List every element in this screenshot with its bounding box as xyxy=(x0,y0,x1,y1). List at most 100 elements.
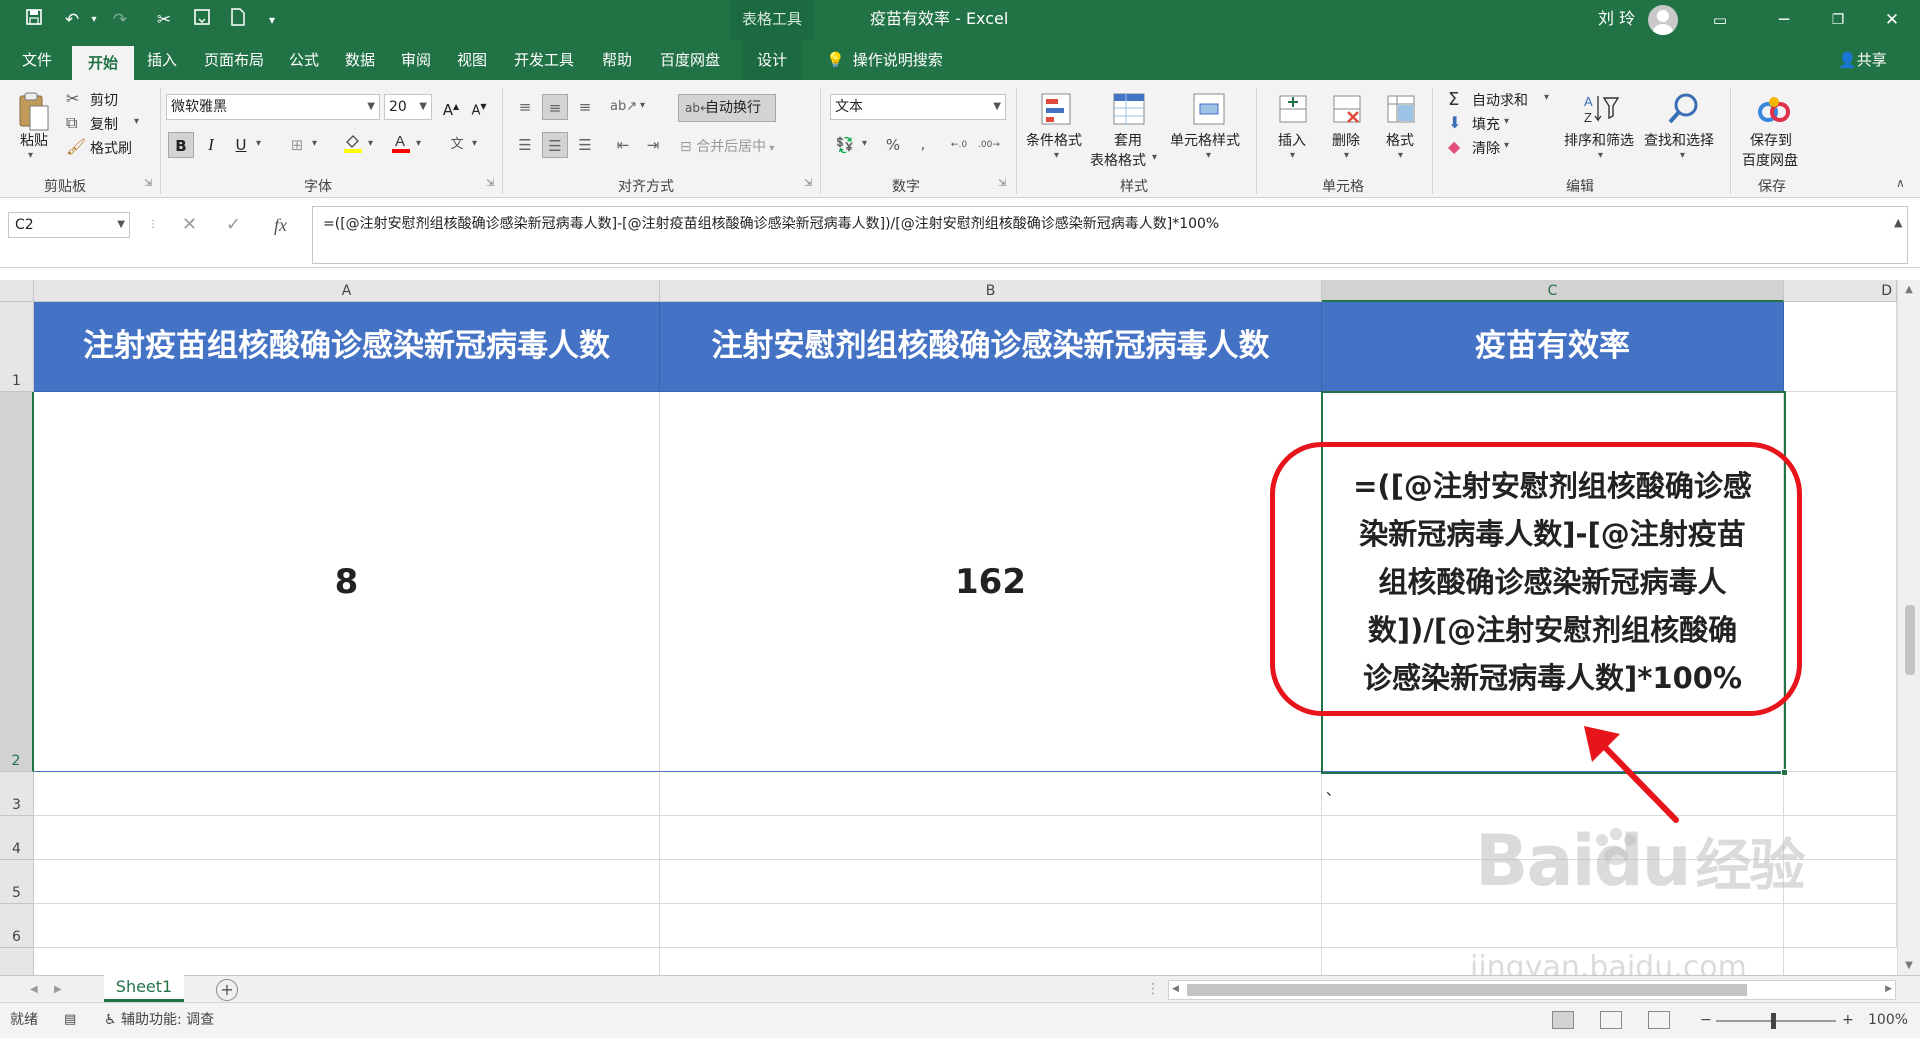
conditional-formatting-label[interactable]: 条件格式 xyxy=(1026,130,1082,150)
row-header-3[interactable]: 3 xyxy=(0,772,34,816)
underline-dropdown-icon[interactable]: ▾ xyxy=(256,138,261,149)
format-painter-button[interactable]: 格式刷 xyxy=(90,138,132,158)
eraser-icon[interactable]: ◆ xyxy=(1448,137,1460,156)
cell-styles-dropdown-icon[interactable]: ▾ xyxy=(1206,150,1211,161)
tab-data[interactable]: 数据 xyxy=(336,40,384,80)
scroll-right-icon[interactable]: ▶ xyxy=(1885,984,1892,994)
cell-c1[interactable]: 疫苗有效率 xyxy=(1322,302,1784,392)
sort-filter-icon[interactable]: AZ xyxy=(1582,90,1622,130)
paste-icon[interactable] xyxy=(14,90,54,131)
cell-a3[interactable] xyxy=(34,772,660,816)
row-header-7[interactable] xyxy=(0,948,34,975)
fill-dropdown-icon[interactable]: ▾ xyxy=(1504,116,1509,127)
cell-a7[interactable] xyxy=(34,948,660,975)
accounting-format-icon[interactable]: 💱 xyxy=(832,132,858,158)
new-document-icon[interactable] xyxy=(224,8,252,32)
restore-icon[interactable]: ❐ xyxy=(1810,0,1866,40)
next-sheet-icon[interactable]: ▶ xyxy=(54,976,62,1003)
delete-dropdown-icon[interactable]: ▾ xyxy=(1344,150,1349,161)
increase-decimal-icon[interactable]: ←.0 xyxy=(946,132,972,158)
format-cells-icon[interactable] xyxy=(1382,90,1422,130)
cell-b7[interactable] xyxy=(660,948,1322,975)
format-dropdown-icon[interactable]: ▾ xyxy=(1398,150,1403,161)
tab-developer[interactable]: 开发工具 xyxy=(504,40,584,80)
user-avatar[interactable] xyxy=(1648,5,1678,35)
row-header-2[interactable]: 2 xyxy=(0,392,34,772)
font-size-select[interactable]: 20 ▼ xyxy=(384,94,432,120)
alignment-launcher-icon[interactable]: ⇲ xyxy=(804,178,812,189)
format-painter-icon[interactable]: 🖌 xyxy=(66,137,86,156)
borders-dropdown-icon[interactable]: ▾ xyxy=(312,138,317,149)
align-center-icon[interactable]: ☰ xyxy=(542,132,568,158)
comma-style-icon[interactable]: , xyxy=(910,132,936,158)
cell-d3[interactable] xyxy=(1784,772,1897,816)
column-header-c[interactable]: C xyxy=(1322,280,1784,302)
align-bottom-icon[interactable]: ≡ xyxy=(572,94,598,120)
save-icon[interactable] xyxy=(20,8,48,32)
insert-cells-label[interactable]: 插入 xyxy=(1278,130,1306,150)
increase-font-size-icon[interactable]: A▲ xyxy=(438,94,464,120)
tab-formulas[interactable]: 公式 xyxy=(280,40,328,80)
cell-d1[interactable] xyxy=(1784,302,1897,392)
delete-cells-icon[interactable] xyxy=(1328,90,1368,130)
fill-color-icon[interactable] xyxy=(340,132,366,158)
align-middle-icon[interactable]: ≡ xyxy=(542,94,568,120)
row-header-5[interactable]: 5 xyxy=(0,860,34,904)
undo-dropdown-icon[interactable]: ▾ xyxy=(80,8,108,32)
cut-icon[interactable]: ✂ xyxy=(66,89,79,108)
save-to-label-1[interactable]: 保存到 xyxy=(1750,130,1792,150)
save-as-icon[interactable] xyxy=(188,8,216,32)
prev-sheet-icon[interactable]: ◀ xyxy=(30,976,38,1003)
user-name[interactable]: 刘 玲 xyxy=(1598,0,1635,40)
cut-icon[interactable]: ✂ xyxy=(150,8,178,32)
horizontal-scroll-thumb[interactable] xyxy=(1187,984,1747,996)
save-to-label-2[interactable]: 百度网盘 xyxy=(1742,150,1798,170)
scroll-up-icon[interactable]: ▲ xyxy=(1898,284,1920,295)
tab-split-handle[interactable]: ⋮ xyxy=(1146,976,1160,1003)
tell-me-search[interactable]: 💡 操作说明搜索 xyxy=(826,40,943,80)
decrease-font-size-icon[interactable]: A▼ xyxy=(466,94,492,120)
tab-file[interactable]: 文件 xyxy=(12,40,62,80)
paste-dropdown-icon[interactable]: ▾ xyxy=(28,150,33,161)
format-table-dropdown-icon[interactable]: ▾ xyxy=(1152,152,1157,163)
accessibility-status[interactable]: ♿ 辅助功能: 调查 xyxy=(104,1003,214,1039)
row-header-1[interactable]: 1 xyxy=(0,302,34,392)
format-cells-label[interactable]: 格式 xyxy=(1386,130,1414,150)
autosum-dropdown-icon[interactable]: ▾ xyxy=(1544,92,1549,103)
font-launcher-icon[interactable]: ⇲ xyxy=(486,178,494,189)
cell-styles-icon[interactable] xyxy=(1190,90,1230,130)
font-color-icon[interactable]: A xyxy=(388,132,414,158)
insert-cells-icon[interactable] xyxy=(1274,90,1314,130)
cut-button[interactable]: 剪切 xyxy=(90,90,118,110)
customize-toolbar-icon[interactable]: ▾ xyxy=(258,8,286,32)
align-left-icon[interactable]: ☰ xyxy=(512,132,538,158)
sort-filter-label[interactable]: 排序和筛选 xyxy=(1564,130,1634,150)
normal-view-icon[interactable] xyxy=(1552,1011,1574,1029)
vertical-scroll-thumb[interactable] xyxy=(1905,605,1915,675)
copy-button[interactable]: 复制 xyxy=(90,114,118,134)
cell-c3[interactable]: 、 xyxy=(1322,772,1784,816)
page-break-view-icon[interactable] xyxy=(1648,1011,1670,1029)
font-name-select[interactable]: 微软雅黑 ▼ xyxy=(166,94,380,120)
fill-icon[interactable]: ⬇ xyxy=(1448,113,1461,132)
delete-cells-label[interactable]: 删除 xyxy=(1332,130,1360,150)
format-as-table-icon[interactable] xyxy=(1110,90,1150,130)
increase-indent-icon[interactable]: ⇥ xyxy=(640,132,666,158)
find-select-label[interactable]: 查找和选择 xyxy=(1644,130,1714,150)
clear-dropdown-icon[interactable]: ▾ xyxy=(1504,140,1509,151)
cell-a1[interactable]: 注射疫苗组核酸确诊感染新冠病毒人数 xyxy=(34,302,660,392)
conditional-formatting-icon[interactable] xyxy=(1038,90,1078,130)
cell-a5[interactable] xyxy=(34,860,660,904)
number-format-select[interactable]: 文本 ▼ xyxy=(830,94,1006,120)
bold-button[interactable]: B xyxy=(168,132,194,158)
orientation-icon[interactable]: ab↗ xyxy=(610,94,637,120)
cell-b5[interactable] xyxy=(660,860,1322,904)
enter-icon[interactable]: ✓ xyxy=(226,212,241,238)
tab-design[interactable]: 设计 xyxy=(742,40,802,80)
align-top-icon[interactable]: ≡ xyxy=(512,94,538,120)
scroll-left-icon[interactable]: ◀ xyxy=(1172,984,1179,994)
cell-a2[interactable]: 8 xyxy=(34,392,660,772)
orientation-dropdown-icon[interactable]: ▾ xyxy=(640,100,645,111)
cell-b4[interactable] xyxy=(660,816,1322,860)
fill-button[interactable]: 填充 xyxy=(1472,114,1500,134)
